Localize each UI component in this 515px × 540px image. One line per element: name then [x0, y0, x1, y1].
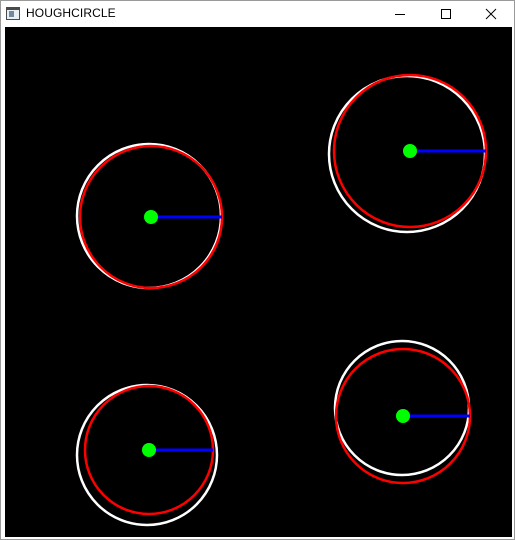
center-point-top-right — [403, 144, 417, 158]
title-bar[interactable]: HOUGHCIRCLE — [1, 1, 514, 27]
center-point-top-left — [144, 210, 158, 224]
center-point-bottom-right — [396, 409, 410, 423]
app-window-icon[interactable] — [6, 7, 20, 20]
original-circle-bottom-right — [333, 339, 471, 477]
center-point-bottom-left — [142, 443, 156, 457]
image-canvas — [5, 27, 512, 537]
close-icon — [485, 8, 497, 20]
minimize-button[interactable] — [377, 1, 423, 27]
maximize-icon — [441, 9, 451, 19]
minimize-icon — [395, 14, 405, 15]
window-title: HOUGHCIRCLE — [26, 6, 116, 20]
close-button[interactable] — [468, 1, 514, 27]
app-window: HOUGHCIRCLE — [0, 0, 515, 540]
maximize-button[interactable] — [423, 1, 469, 27]
hough-circle-drawing — [75, 73, 488, 527]
